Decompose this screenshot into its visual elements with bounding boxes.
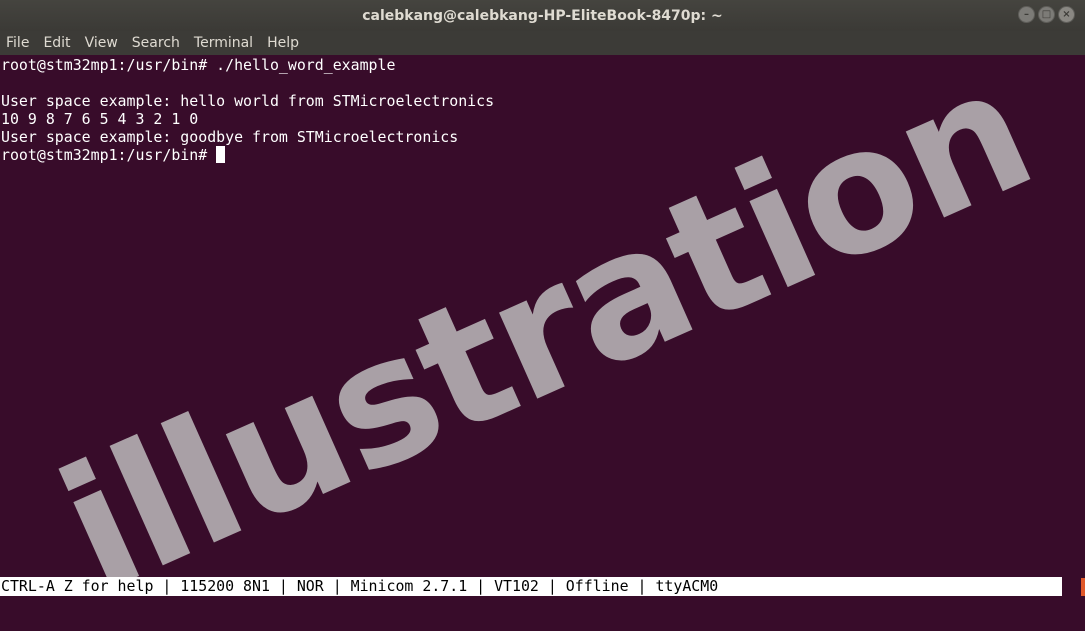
status-indicator (1081, 578, 1085, 596)
text-cursor (216, 146, 226, 163)
maximize-icon[interactable]: □ (1038, 6, 1055, 23)
terminal-line-prompt: root@stm32mp1:/usr/bin# (1, 146, 226, 164)
terminal-line-command: root@stm32mp1:/usr/bin# ./hello_word_exa… (1, 56, 396, 74)
prompt-text: root@stm32mp1:/usr/bin# (1, 146, 217, 164)
terminal-line-countdown: 10 9 8 7 6 5 4 3 2 1 0 (1, 110, 199, 128)
window-controls: – □ × (1018, 6, 1075, 23)
menu-edit[interactable]: Edit (36, 35, 77, 51)
menu-help[interactable]: Help (260, 35, 306, 51)
minicom-status-bar: CTRL-A Z for help | 115200 8N1 | NOR | M… (0, 577, 1062, 596)
terminal-line-hello: User space example: hello world from STM… (1, 92, 495, 110)
close-icon[interactable]: × (1058, 6, 1075, 23)
menu-view[interactable]: View (78, 35, 125, 51)
window-title: calebkang@calebkang-HP-EliteBook-8470p: … (362, 7, 723, 24)
minimize-icon[interactable]: – (1018, 6, 1035, 23)
menu-file[interactable]: File (0, 35, 36, 51)
terminal-line-goodbye: User space example: goodbye from STMicro… (1, 128, 459, 146)
window-titlebar[interactable]: calebkang@calebkang-HP-EliteBook-8470p: … (0, 0, 1085, 31)
menu-search[interactable]: Search (125, 35, 187, 51)
menu-terminal[interactable]: Terminal (187, 35, 260, 51)
